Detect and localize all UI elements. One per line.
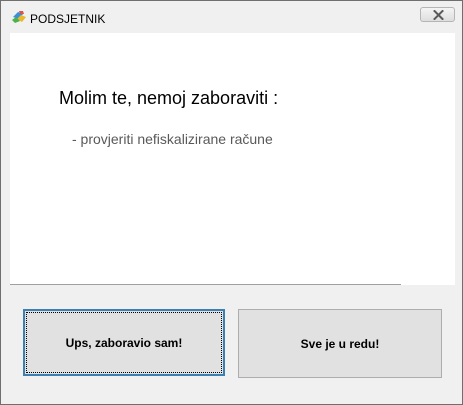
divider <box>10 284 401 285</box>
all-ok-button-label: Sve je u redu! <box>300 336 380 351</box>
forgot-button[interactable]: Ups, zaboravio sam! <box>23 309 225 376</box>
close-button[interactable] <box>420 7 455 22</box>
reminder-heading: Molim te, nemoj zaboraviti : <box>59 88 279 108</box>
close-icon <box>433 10 444 20</box>
all-ok-button[interactable]: Sve je u redu! <box>238 309 442 378</box>
app-icon <box>12 11 26 23</box>
reminder-item: - provjeriti nefiskalizirane račune <box>72 131 273 147</box>
focus-ring <box>26 312 222 373</box>
message-panel: Molim te, nemoj zaboraviti : - provjerit… <box>10 33 455 285</box>
reminder-window: PODSJETNIK Molim te, nemoj zaboraviti : … <box>0 0 463 405</box>
title-bar[interactable]: PODSJETNIK <box>1 1 462 33</box>
window-title: PODSJETNIK <box>30 12 106 26</box>
